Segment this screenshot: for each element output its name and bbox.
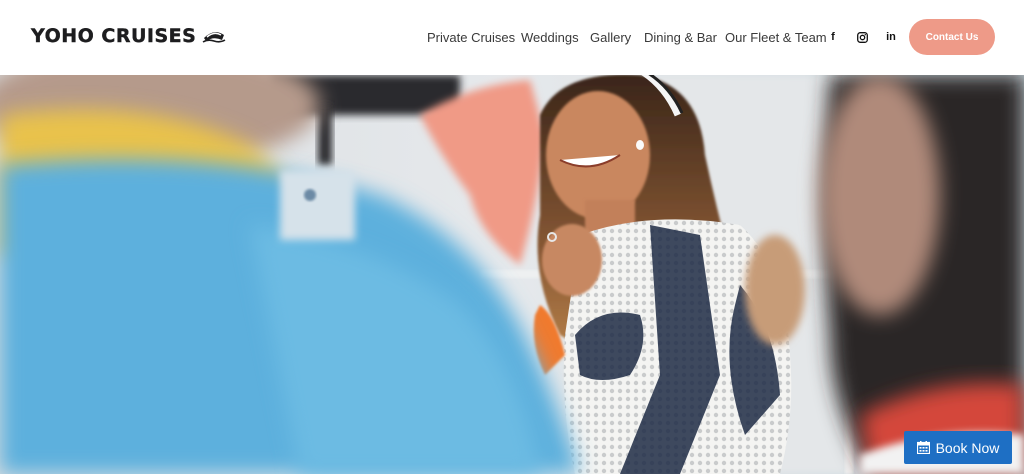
nav-dining-bar[interactable]: Dining & Bar	[644, 30, 717, 45]
brand-name: YOHO CRUISES	[31, 25, 197, 47]
contact-us-button[interactable]: Contact Us	[909, 19, 995, 55]
instagram-icon[interactable]	[854, 29, 870, 45]
logo[interactable]: YOHO CRUISES	[31, 25, 226, 47]
nav-fleet-team[interactable]: Our Fleet & Team	[725, 30, 827, 45]
nav-gallery[interactable]: Gallery	[590, 30, 631, 45]
hero-photo	[0, 75, 1024, 474]
hero-image	[0, 75, 1024, 474]
facebook-icon[interactable]: f	[825, 29, 841, 45]
site-header: YOHO CRUISES Private Cruises Weddings Ga…	[0, 0, 1024, 75]
calendar-icon	[916, 441, 930, 454]
book-now-button[interactable]: Book Now	[904, 431, 1012, 464]
nav-weddings[interactable]: Weddings	[521, 30, 579, 45]
linkedin-icon[interactable]: in	[883, 29, 899, 45]
instagram-glyph	[856, 31, 868, 43]
ship-icon	[202, 32, 226, 43]
nav-private-cruises[interactable]: Private Cruises	[427, 30, 515, 45]
book-now-label: Book Now	[935, 439, 1000, 456]
